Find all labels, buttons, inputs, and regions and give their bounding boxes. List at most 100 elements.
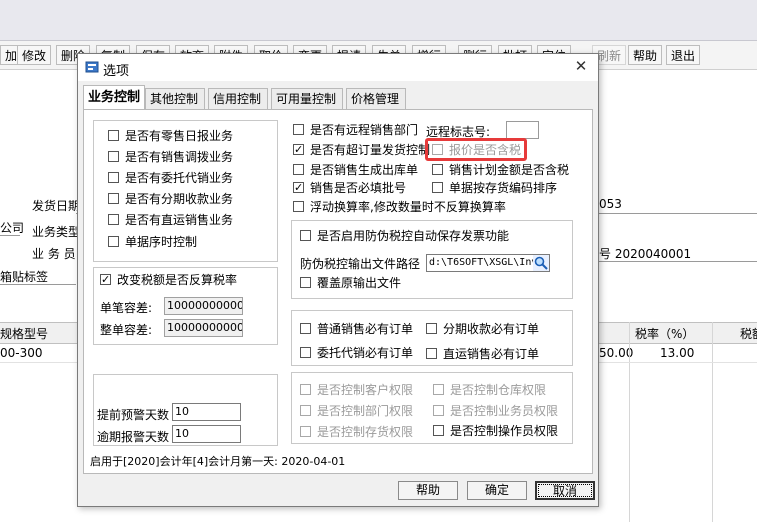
options-dialog: 选项 ✕ 业务控制 其他控制 信用控制 可用量控制 价格管理 是否有零售日报业务… [77,53,599,507]
grid-column-divider [712,322,713,522]
staff-label: 业 务 员 [32,247,76,261]
right-number: 053 [599,197,622,211]
checkbox-label: 是否控制存货权限 [317,425,414,439]
app-icon [85,61,99,73]
help-button[interactable]: 帮助 [398,481,458,500]
checkbox-label: 改变税额是否反算税率 [117,273,238,287]
direct-sales-order-checkbox[interactable]: 直运销售必有订单 [426,345,539,363]
box-label: 箱贴标签 [0,270,49,284]
checkbox-label: 单据序时控制 [125,235,198,249]
tab-available-qty-control[interactable]: 可用量控制 [271,88,343,109]
field-underline [0,235,20,236]
highlight-box [425,138,527,161]
remote-sales-dept-checkbox[interactable]: 是否有远程销售部门 [293,121,418,139]
installment-checkbox[interactable]: 是否有分期收款业务 [108,190,233,208]
remote-flag-input[interactable] [506,121,539,139]
overdue-warning-input[interactable]: 10 [172,425,241,443]
business-type-label: 业务类型 [32,225,81,239]
overwrite-output-checkbox[interactable]: 覆盖原输出文件 [300,274,401,292]
checkbox-label: 普通销售必有订单 [317,322,414,336]
toolbar-button[interactable]: 退出 [666,45,701,65]
checkbox-label: 是否有直运销售业务 [125,213,234,227]
dialog-title-bar: 选项 ✕ [78,54,598,81]
tab-price-management[interactable]: 价格管理 [346,88,406,109]
enabled-date-text: 启用于[2020]会计年[4]会计月第一天: 2020-04-01 [90,455,346,468]
toolbar-button[interactable]: 帮助 [628,45,663,65]
direct-sales-checkbox[interactable]: 是否有直运销售业务 [108,211,233,229]
close-icon[interactable]: ✕ [572,57,590,75]
floating-rate-checkbox[interactable]: 浮动换算率,修改数量时不反算换算率 [293,198,506,216]
checkbox-label: 是否有零售日报业务 [125,129,234,143]
field-underline [0,284,76,285]
checkbox-label: 是否控制操作员权限 [450,424,559,438]
ok-button[interactable]: 确定 [467,481,527,500]
whole-tolerance-input[interactable]: 1000000000000 [164,319,243,337]
checkbox-label: 是否有销售调拨业务 [125,150,234,164]
tax-col-fragment: 税额 [740,327,757,341]
installment-order-checkbox[interactable]: 分期收款必有订单 [426,320,539,338]
over-order-shipping-checkbox[interactable]: 是否有超订量发货控制 [293,141,430,159]
warehouse-permission-checkbox[interactable]: 是否控制仓库权限 [433,381,546,399]
recalc-tax-rate-checkbox[interactable]: 改变税额是否反算税率 [100,271,237,289]
salesperson-permission-checkbox[interactable]: 是否控制业务员权限 [433,402,558,420]
spec-header: 规格型号 [0,327,49,341]
field-underline [599,213,757,214]
checkbox-label: 是否有远程销售部门 [310,123,419,137]
retail-daily-checkbox[interactable]: 是否有零售日报业务 [108,127,233,145]
checkbox-label: 是否控制部门权限 [317,404,414,418]
inventory-permission-checkbox[interactable]: 是否控制存货权限 [300,423,413,441]
checkbox-label: 浮动换算率,修改数量时不反算换算率 [310,200,506,214]
output-path-input[interactable]: d:\T6SOFT\XSGL\Inv [426,254,550,272]
tax-rate-header: 税率（%） [635,327,695,341]
checkbox-label: 是否控制业务员权限 [450,404,559,418]
generate-outbound-checkbox[interactable]: 是否销售生成出库单 [293,161,418,179]
consignment-order-checkbox[interactable]: 委托代销必有订单 [300,344,413,362]
field-underline [599,261,757,262]
auto-save-invoice-checkbox[interactable]: 是否启用防伪税控自动保存发票功能 [300,227,509,245]
checkbox-label: 覆盖原输出文件 [317,276,402,290]
tab-other-control[interactable]: 其他控制 [145,88,205,109]
single-tolerance-label: 单笔容差: [100,301,153,315]
spec-value: 00-300 [0,346,43,360]
output-path-label: 防伪税控输出文件路径 [300,257,421,271]
operator-permission-checkbox[interactable]: 是否控制操作员权限 [433,422,558,440]
checkbox-label: 是否启用防伪税控自动保存发票功能 [317,229,510,243]
checkbox-label: 销售是否必填批号 [310,181,407,195]
checkbox-label: 是否有委托代销业务 [125,171,234,185]
checkbox-label: 是否控制客户权限 [317,383,414,397]
app-title-bar [0,0,757,41]
overdue-warning-label: 逾期报警天数 [97,430,170,444]
checkbox-label: 分期收款必有订单 [443,322,540,336]
plan-amount-tax-checkbox[interactable]: 销售计划金额是否含税 [432,161,569,179]
advance-warning-input[interactable]: 10 [172,403,241,421]
department-permission-checkbox[interactable]: 是否控制部门权限 [300,402,413,420]
tab-credit-control[interactable]: 信用控制 [208,88,268,109]
chronological-control-checkbox[interactable]: 单据序时控制 [108,233,197,251]
whole-tolerance-label: 整单容差: [100,323,153,337]
company-fragment: 公司 [0,221,25,235]
advance-warning-label: 提前预警天数 [97,408,170,422]
checkbox-label: 是否有超订量发货控制 [310,143,431,157]
checkbox-label: 是否控制仓库权限 [450,383,547,397]
tab-business-control[interactable]: 业务控制 [83,85,145,110]
checkbox-label: 委托代销必有订单 [317,346,414,360]
single-tolerance-input[interactable]: 1000000000000 [164,297,243,315]
dialog-title: 选项 [103,64,130,79]
order-number: 号 2020040001 [599,247,692,261]
checkbox-label: 直运销售必有订单 [443,347,540,361]
checkbox-label: 是否销售生成出库单 [310,163,419,177]
grid-column-divider [629,322,630,522]
checkbox-label: 单据按存货编码排序 [449,181,558,195]
customer-permission-checkbox[interactable]: 是否控制客户权限 [300,381,413,399]
checkbox-label: 销售计划金额是否含税 [449,163,570,177]
normal-sales-order-checkbox[interactable]: 普通销售必有订单 [300,320,413,338]
tax-rate-value: 13.00 [660,346,695,360]
toolbar-button[interactable]: 修改 [17,45,52,65]
cancel-button[interactable]: 取消 [535,481,595,500]
sales-transfer-checkbox[interactable]: 是否有销售调拨业务 [108,148,233,166]
consignment-checkbox[interactable]: 是否有委托代销业务 [108,169,233,187]
ship-date-label: 发货日期 [32,199,81,213]
sort-by-inventory-code-checkbox[interactable]: 单据按存货编码排序 [432,179,557,197]
batch-required-checkbox[interactable]: 销售是否必填批号 [293,179,406,197]
search-icon[interactable] [533,255,549,271]
